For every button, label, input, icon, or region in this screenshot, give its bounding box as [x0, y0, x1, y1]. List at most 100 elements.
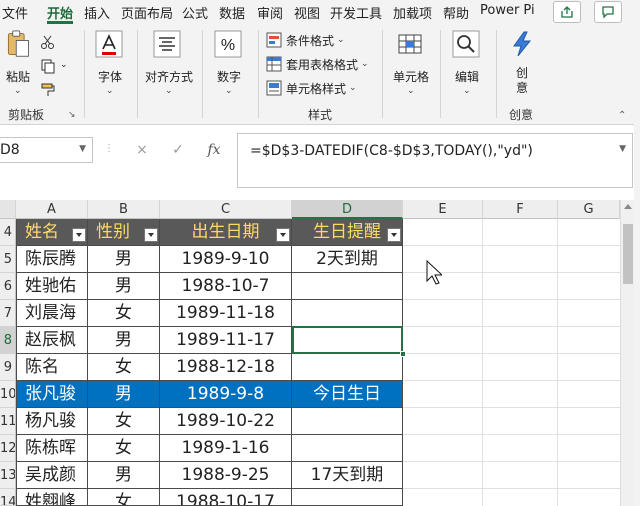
cell-birthdate[interactable]: 1989-1-16 [160, 435, 292, 462]
tab-view[interactable]: 视图 [294, 3, 320, 22]
row-header[interactable]: 13 [0, 462, 16, 489]
cell-name[interactable]: 张凡骏 [16, 381, 88, 408]
cell-reminder[interactable] [292, 408, 403, 435]
row-header[interactable]: 9 [0, 354, 16, 381]
active-cell-selection[interactable] [292, 326, 403, 354]
cell-reminder[interactable] [292, 300, 403, 327]
conditional-format-button[interactable]: 条件格式 ⌄ [266, 30, 345, 50]
filter-dropdown-button[interactable] [387, 228, 401, 242]
tab-review[interactable]: 审阅 [257, 3, 283, 22]
cell-gender[interactable]: 女 [88, 435, 160, 462]
number-button[interactable]: % 数字 ⌄ [204, 30, 254, 100]
insert-function-icon[interactable]: fx [196, 142, 232, 158]
cell-name[interactable]: 吴成颜 [16, 462, 88, 489]
cell-name[interactable]: 刘晨海 [16, 300, 88, 327]
column-header-c[interactable]: C [160, 200, 292, 219]
cell-name[interactable]: 杨凡骏 [16, 408, 88, 435]
row-header[interactable]: 7 [0, 300, 16, 327]
dialog-launcher-icon[interactable]: ↘ [68, 110, 76, 120]
cell-name[interactable]: 陈栋晖 [16, 435, 88, 462]
copy-icon[interactable] [40, 58, 56, 74]
cell-reminder[interactable] [292, 354, 403, 381]
enter-icon[interactable]: ✓ [160, 142, 196, 158]
filter-dropdown-button[interactable] [72, 228, 86, 242]
chevron-down-icon[interactable]: ▼ [79, 144, 86, 154]
formula-input[interactable]: =$D$3-DATEDIF(C8-$D$3,TODAY(),"yd") ▼ [237, 133, 633, 188]
column-header-d[interactable]: D [292, 200, 403, 219]
row-header[interactable]: 8 [0, 327, 16, 354]
cell-gender[interactable]: 男 [88, 327, 160, 354]
alignment-button[interactable]: 对齐方式 ⌄ [143, 30, 195, 100]
tab-help[interactable]: 帮助 [443, 3, 469, 22]
creative-button[interactable]: 创意 [498, 30, 548, 100]
cancel-icon[interactable]: × [124, 142, 160, 158]
comments-button[interactable] [594, 1, 622, 23]
tab-formulas[interactable]: 公式 [182, 3, 208, 22]
chevron-up-icon[interactable]: ⌃ [618, 110, 626, 121]
table-format-button[interactable]: 套用表格格式 ⌄ [266, 54, 369, 74]
share-button[interactable] [553, 1, 581, 23]
paste-button[interactable]: 粘贴 ⌄ [0, 30, 36, 100]
row-header[interactable]: 5 [0, 246, 16, 273]
copy-chevron-icon[interactable]: ⌄ [60, 60, 68, 70]
fill-handle[interactable] [400, 351, 406, 357]
cell-reminder[interactable]: 2天到期 [292, 246, 403, 273]
scroll-up-icon[interactable] [624, 204, 632, 209]
column-header-a[interactable]: A [16, 200, 88, 219]
format-painter-icon[interactable] [40, 82, 56, 98]
column-header-g[interactable]: G [558, 200, 620, 219]
column-header-b[interactable]: B [88, 200, 160, 219]
tab-developer[interactable]: 开发工具 [330, 3, 382, 22]
tab-data[interactable]: 数据 [219, 3, 245, 22]
cell-birthdate[interactable]: 1989-9-8 [160, 381, 292, 408]
cell-birthdate[interactable]: 1989-9-10 [160, 246, 292, 273]
table-header-birthdate[interactable]: 出生日期 [160, 219, 292, 246]
tab-page-layout[interactable]: 页面布局 [121, 3, 173, 22]
cell-birthdate[interactable]: 1989-11-18 [160, 300, 292, 327]
cell-reminder[interactable]: 今日生日 [292, 381, 403, 408]
cell-reminder[interactable]: 17天到期 [292, 462, 403, 489]
column-header-f[interactable]: F [483, 200, 558, 219]
cell-gender[interactable]: 男 [88, 273, 160, 300]
cell-reminder[interactable] [292, 273, 403, 300]
tab-power-pivot[interactable]: Power Pi [480, 3, 535, 18]
cells-button[interactable]: 单元格 ⌄ [386, 30, 436, 100]
name-box[interactable]: D8 ▼ [0, 137, 93, 163]
cell-gender[interactable]: 女 [88, 408, 160, 435]
expand-formula-icon[interactable]: ▼ [619, 144, 626, 154]
row-header[interactable]: 11 [0, 408, 16, 435]
cell-gender[interactable]: 女 [88, 300, 160, 327]
select-all-corner[interactable] [0, 200, 16, 219]
cell-birthdate[interactable]: 1989-10-22 [160, 408, 292, 435]
tab-home[interactable]: 开始 [47, 3, 73, 22]
font-button[interactable]: 字体 ⌄ [85, 30, 135, 100]
cell-gender[interactable]: 女 [88, 489, 160, 506]
worksheet-grid[interactable]: A B C D E F G 4 5 6 7 8 9 10 11 12 13 14… [0, 200, 640, 506]
cell-name[interactable]: 姓翱峰 [16, 489, 88, 506]
cell-gender[interactable]: 女 [88, 354, 160, 381]
vertical-scrollbar[interactable] [620, 200, 634, 506]
cell-reminder[interactable] [292, 435, 403, 462]
cell-birthdate[interactable]: 1988-10-7 [160, 273, 292, 300]
tab-addins[interactable]: 加载项 [393, 3, 432, 22]
cell-styles-button[interactable]: 单元格样式 ⌄ [266, 78, 357, 98]
cut-icon[interactable] [40, 34, 56, 50]
cell-gender[interactable]: 男 [88, 381, 160, 408]
cell-birthdate[interactable]: 1988-9-25 [160, 462, 292, 489]
filter-dropdown-button[interactable] [276, 228, 290, 242]
cell-birthdate[interactable]: 1988-12-18 [160, 354, 292, 381]
cell-name[interactable]: 赵辰枫 [16, 327, 88, 354]
row-header[interactable]: 12 [0, 435, 16, 462]
row-header[interactable]: 4 [0, 219, 16, 246]
tab-file[interactable]: 文件 [2, 3, 28, 22]
scroll-thumb[interactable] [623, 224, 633, 284]
filter-dropdown-button[interactable] [144, 228, 158, 242]
cell-name[interactable]: 姓驰佑 [16, 273, 88, 300]
cell-name[interactable]: 陈名 [16, 354, 88, 381]
tab-insert[interactable]: 插入 [84, 3, 110, 22]
cell-name[interactable]: 陈辰腾 [16, 246, 88, 273]
cell-reminder[interactable] [292, 489, 403, 506]
row-header[interactable]: 10 [0, 381, 16, 408]
editing-button[interactable]: 编辑 ⌄ [442, 30, 492, 100]
cell-birthdate[interactable]: 1989-11-17 [160, 327, 292, 354]
